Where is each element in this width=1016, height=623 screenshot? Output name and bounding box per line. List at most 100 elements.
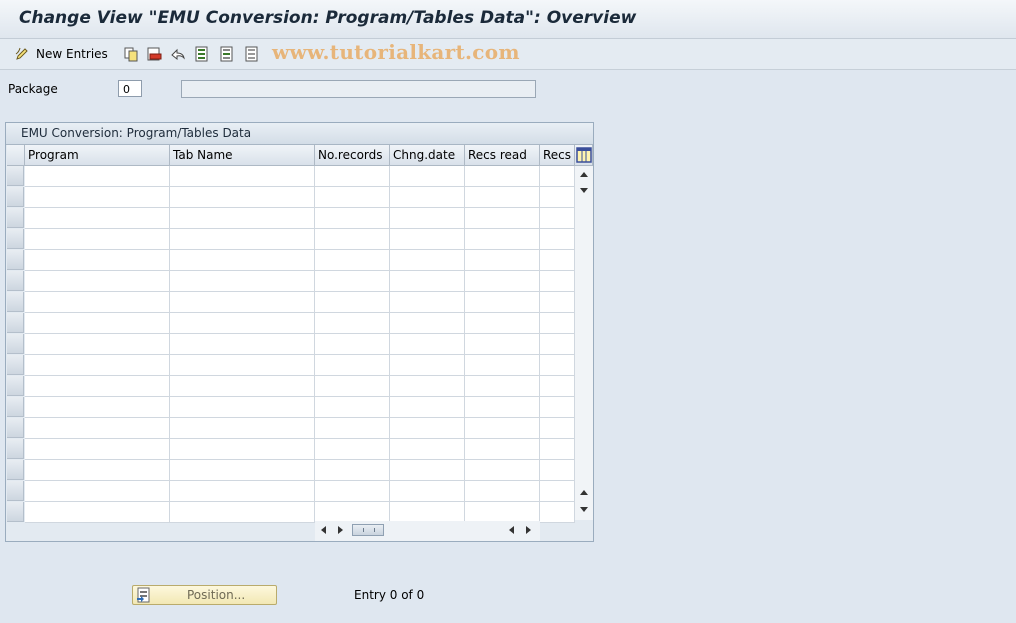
deselect-all-button[interactable] <box>244 45 260 63</box>
table-cell[interactable] <box>465 460 540 481</box>
table-cell[interactable] <box>390 397 465 418</box>
table-cell[interactable] <box>465 229 540 250</box>
column-header-recs-c[interactable]: Recs c <box>540 145 575 166</box>
table-cell[interactable] <box>170 397 315 418</box>
table-cell[interactable] <box>170 460 315 481</box>
table-cell[interactable] <box>390 271 465 292</box>
table-cell[interactable] <box>465 250 540 271</box>
vertical-scrollbar[interactable] <box>575 166 593 520</box>
table-cell[interactable] <box>465 334 540 355</box>
scroll-left-button-end[interactable] <box>506 521 518 539</box>
undo-change-button[interactable] <box>170 45 186 63</box>
table-cell[interactable] <box>315 334 390 355</box>
table-cell[interactable] <box>540 481 575 502</box>
table-cell[interactable] <box>390 481 465 502</box>
table-cell[interactable] <box>390 208 465 229</box>
table-cell[interactable] <box>465 166 540 187</box>
table-cell[interactable] <box>465 481 540 502</box>
row-selector[interactable] <box>7 376 24 396</box>
table-cell[interactable] <box>25 460 170 481</box>
table-cell[interactable] <box>540 502 575 523</box>
table-cell[interactable] <box>315 250 390 271</box>
table-cell[interactable] <box>25 313 170 334</box>
table-cell[interactable] <box>25 439 170 460</box>
column-header-recs-read[interactable]: Recs read <box>465 145 540 166</box>
scroll-up-button[interactable] <box>575 168 593 182</box>
table-cell[interactable] <box>390 376 465 397</box>
row-selector[interactable] <box>7 397 24 417</box>
table-cell[interactable] <box>25 229 170 250</box>
select-all-rows-header[interactable] <box>7 145 25 166</box>
table-cell[interactable] <box>540 313 575 334</box>
delete-button[interactable] <box>146 45 162 63</box>
table-settings-button[interactable] <box>575 145 593 166</box>
table-cell[interactable] <box>170 313 315 334</box>
table-cell[interactable] <box>25 376 170 397</box>
package-input[interactable]: 0 <box>118 80 142 97</box>
table-cell[interactable] <box>390 250 465 271</box>
table-cell[interactable] <box>540 250 575 271</box>
table-cell[interactable] <box>465 376 540 397</box>
table-cell[interactable] <box>540 208 575 229</box>
scroll-thumb[interactable] <box>352 524 384 536</box>
table-cell[interactable] <box>315 166 390 187</box>
table-cell[interactable] <box>465 397 540 418</box>
row-selector[interactable] <box>7 229 24 249</box>
table-cell[interactable] <box>390 439 465 460</box>
table-cell[interactable] <box>315 313 390 334</box>
row-selector[interactable] <box>7 271 24 291</box>
new-entries-button[interactable]: New Entries <box>14 45 108 63</box>
table-cell[interactable] <box>315 355 390 376</box>
table-cell[interactable] <box>540 376 575 397</box>
table-cell[interactable] <box>170 250 315 271</box>
table-cell[interactable] <box>315 376 390 397</box>
column-header-tab-name[interactable]: Tab Name <box>170 145 315 166</box>
table-cell[interactable] <box>170 481 315 502</box>
table-cell[interactable] <box>390 460 465 481</box>
row-selector[interactable] <box>7 292 24 312</box>
table-cell[interactable] <box>390 166 465 187</box>
table-cell[interactable] <box>390 355 465 376</box>
table-cell[interactable] <box>25 355 170 376</box>
table-cell[interactable] <box>25 502 170 523</box>
table-cell[interactable] <box>465 502 540 523</box>
table-cell[interactable] <box>315 208 390 229</box>
row-selector[interactable] <box>7 355 24 375</box>
table-cell[interactable] <box>25 271 170 292</box>
column-header-program[interactable]: Program <box>25 145 170 166</box>
row-selector[interactable] <box>7 208 24 228</box>
table-cell[interactable] <box>465 208 540 229</box>
table-cell[interactable] <box>540 460 575 481</box>
table-cell[interactable] <box>170 208 315 229</box>
table-cell[interactable] <box>315 439 390 460</box>
table-cell[interactable] <box>390 418 465 439</box>
table-cell[interactable] <box>315 481 390 502</box>
table-cell[interactable] <box>390 334 465 355</box>
select-block-button[interactable] <box>219 45 235 63</box>
table-cell[interactable] <box>465 418 540 439</box>
row-selector[interactable] <box>7 187 24 207</box>
table-cell[interactable] <box>170 292 315 313</box>
table-cell[interactable] <box>170 229 315 250</box>
scroll-left-button[interactable] <box>318 521 330 539</box>
table-cell[interactable] <box>170 355 315 376</box>
scroll-down-button[interactable] <box>575 503 593 517</box>
table-cell[interactable] <box>540 355 575 376</box>
table-cell[interactable] <box>170 376 315 397</box>
table-cell[interactable] <box>170 271 315 292</box>
table-cell[interactable] <box>315 187 390 208</box>
row-selector[interactable] <box>7 313 24 333</box>
position-button[interactable]: Position... <box>132 585 277 605</box>
table-cell[interactable] <box>540 292 575 313</box>
table-cell[interactable] <box>25 292 170 313</box>
table-cell[interactable] <box>25 208 170 229</box>
table-cell[interactable] <box>390 292 465 313</box>
scroll-up-button-bottom[interactable] <box>575 486 593 500</box>
table-cell[interactable] <box>540 229 575 250</box>
scroll-right-button-end[interactable] <box>522 521 534 539</box>
row-selector[interactable] <box>7 418 24 438</box>
table-cell[interactable] <box>465 271 540 292</box>
table-cell[interactable] <box>390 229 465 250</box>
table-cell[interactable] <box>170 418 315 439</box>
table-cell[interactable] <box>25 187 170 208</box>
